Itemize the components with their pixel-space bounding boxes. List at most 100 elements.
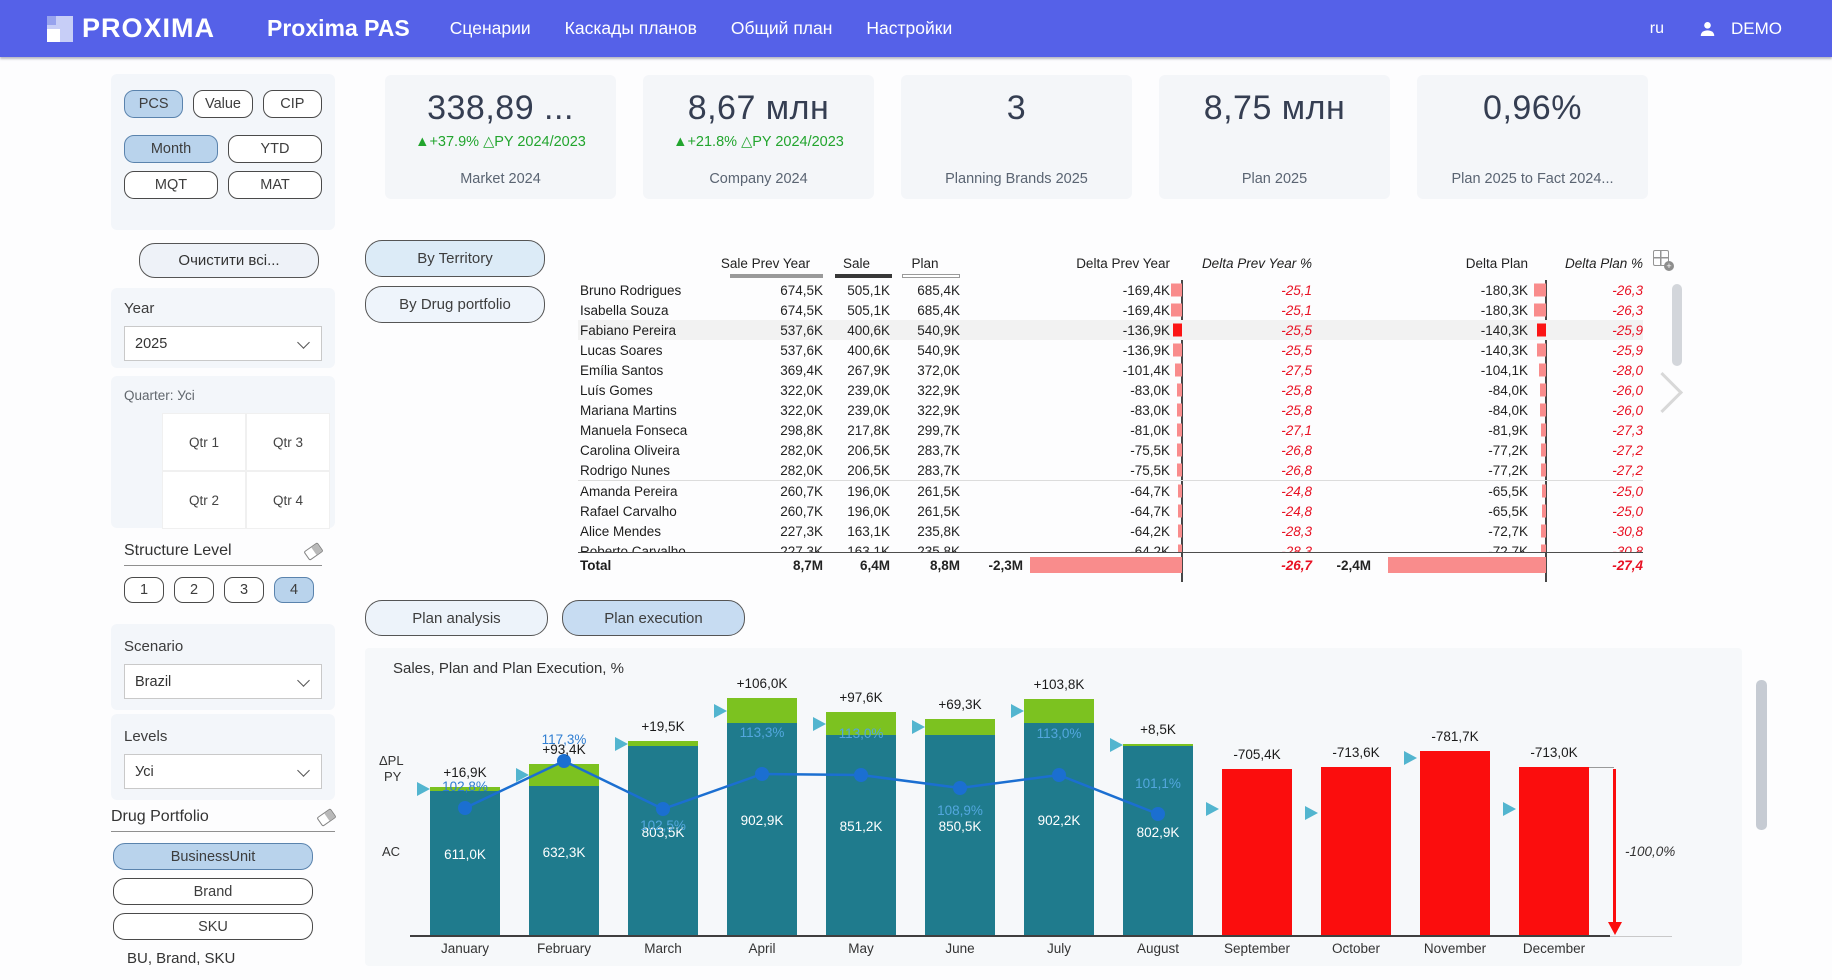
table-row[interactable]: Fabiano Pereira537,6K400,6K540,9K-136,9K… <box>578 320 1643 340</box>
unit-button[interactable]: Value <box>193 90 252 118</box>
structure-level-button[interactable]: 4 <box>274 577 314 603</box>
bar-actual[interactable] <box>1123 746 1193 935</box>
table-view-button[interactable]: By Drug portfolio <box>365 286 545 323</box>
delta-bar <box>1541 525 1546 538</box>
bar-value-label: 802,9K <box>1123 825 1193 840</box>
structure-level-button[interactable]: 2 <box>174 577 214 603</box>
year-select[interactable]: 2025 <box>124 326 322 361</box>
nav-menu-item[interactable]: Общий план <box>731 18 833 39</box>
table-row[interactable]: Luís Gomes322,0K239,0K322,9K-83,0K-25,8-… <box>578 380 1643 400</box>
table-view-button[interactable]: By Territory <box>365 240 545 277</box>
nav-menu-item[interactable]: Сценарии <box>450 18 531 39</box>
delta-bar <box>1171 284 1182 297</box>
chart-mode-button[interactable]: Plan analysis <box>365 600 548 636</box>
portfolio-button[interactable]: BusinessUnit <box>113 843 313 870</box>
bar-delta-plan[interactable] <box>1123 744 1193 746</box>
chevron-down-icon <box>297 674 310 687</box>
delta-bar <box>1537 344 1546 357</box>
header-sale-prev-year[interactable]: Sale Prev Year <box>708 256 823 271</box>
row-delta-prev: -64,7K <box>960 504 1170 519</box>
portfolio-button[interactable]: SKU <box>113 913 313 940</box>
structure-level-button[interactable]: 3 <box>224 577 264 603</box>
row-delta-prev-bar <box>1170 460 1183 480</box>
shortfall-label: -705,4K <box>1210 747 1304 762</box>
row-sale-prev: 227,3K <box>708 544 823 553</box>
unit-button[interactable]: CIP <box>263 90 322 118</box>
bar-delta-plan[interactable] <box>727 698 797 723</box>
bar-shortfall[interactable] <box>1222 769 1292 935</box>
axis-category: June <box>913 941 1007 956</box>
table-row[interactable]: Rafael Carvalho260,7K196,0K261,5K-64,7K-… <box>578 501 1643 521</box>
row-sale: 163,1K <box>823 544 890 553</box>
nav-menu-item[interactable]: Каскады планов <box>565 18 697 39</box>
bar-actual[interactable] <box>1024 723 1094 935</box>
table-row[interactable]: Alice Mendes227,3K163,1K235,8K-64,2K-28,… <box>578 521 1643 541</box>
language-switch[interactable]: ru <box>1650 20 1664 38</box>
bar-actual[interactable] <box>529 786 599 935</box>
row-delta-prev-bar <box>1170 440 1183 460</box>
quarter-button[interactable]: Qtr 3 <box>246 413 330 471</box>
period-button[interactable]: MQT <box>124 171 218 199</box>
bar-actual[interactable] <box>826 735 896 935</box>
portfolio-button[interactable]: Brand <box>113 878 313 905</box>
levels-select[interactable]: Усі <box>124 754 322 789</box>
table-row[interactable]: Roberto Carvalho227,3K163,1K235,8K-64,2K… <box>578 541 1643 552</box>
header-delta-plan-pct[interactable]: Delta Plan % <box>1547 256 1643 271</box>
row-delta-plan-bar <box>1528 521 1547 541</box>
bar-shortfall[interactable] <box>1420 751 1490 935</box>
row-delta-prev: -75,5K <box>960 463 1170 478</box>
table-row[interactable]: Emília Santos369,4K267,9K372,0K-101,4K-2… <box>578 360 1643 380</box>
bar-delta-plan[interactable] <box>529 764 599 786</box>
header-sale[interactable]: Sale <box>823 256 890 271</box>
quarter-button[interactable]: Qtr 2 <box>162 471 246 529</box>
nav-menu-item[interactable]: Настройки <box>866 18 952 39</box>
header-plan[interactable]: Plan <box>890 256 960 271</box>
table-row[interactable]: Rodrigo Nunes282,0K206,5K283,7K-75,5K-26… <box>578 460 1643 481</box>
period-button[interactable]: Month <box>124 135 218 163</box>
row-delta-prev-pct: -27,5 <box>1183 363 1312 378</box>
table-row[interactable]: Amanda Pereira260,7K196,0K261,5K-64,7K-2… <box>578 481 1643 501</box>
table-row[interactable]: Mariana Martins322,0K239,0K322,9K-83,0K-… <box>578 400 1643 420</box>
header-delta-plan[interactable]: Delta Plan <box>1312 256 1528 271</box>
row-delta-plan: -140,3K <box>1312 343 1528 358</box>
chevron-right-icon[interactable] <box>1642 372 1683 413</box>
bar-shortfall[interactable] <box>1519 767 1589 935</box>
row-plan: 261,5K <box>890 504 960 519</box>
delta-above-label: +16,9K <box>418 765 512 780</box>
clear-all-button[interactable]: Очистити всі... <box>139 243 319 278</box>
bar-actual[interactable] <box>925 735 995 935</box>
user-chip[interactable]: DEMO <box>1698 19 1782 39</box>
period-button[interactable]: YTD <box>228 135 322 163</box>
kpi-value: 8,67 млн <box>688 89 830 128</box>
header-delta-prev-year-pct[interactable]: Delta Prev Year % <box>1183 256 1312 271</box>
header-delta-prev-year[interactable]: Delta Prev Year <box>960 256 1170 271</box>
page-scrollbar[interactable] <box>1756 680 1767 830</box>
bar-actual[interactable] <box>727 723 797 935</box>
bar-delta-plan[interactable] <box>1024 699 1094 723</box>
row-sale-prev: 260,7K <box>708 504 823 519</box>
table-scrollbar[interactable] <box>1672 284 1682 366</box>
structure-level-button[interactable]: 1 <box>124 577 164 603</box>
unit-button[interactable]: PCS <box>124 90 183 118</box>
bar-shortfall[interactable] <box>1321 767 1391 935</box>
table-total-row[interactable]: Total 8,7M 6,4M 8,8M -2,3M -26,7 -2,4M -… <box>578 552 1643 577</box>
chart-mode-button[interactable]: Plan execution <box>562 600 745 636</box>
table-row[interactable]: Isabella Souza674,5K505,1K685,4K-169,4K-… <box>578 300 1643 320</box>
table-row[interactable]: Bruno Rodrigues674,5K505,1K685,4K-169,4K… <box>578 280 1643 300</box>
bar-delta-plan[interactable] <box>628 741 698 746</box>
row-name: Mariana Martins <box>578 403 708 418</box>
eraser-icon[interactable] <box>303 542 323 561</box>
bar-actual[interactable] <box>628 746 698 935</box>
scenario-select[interactable]: Brazil <box>124 664 322 699</box>
quarter-button[interactable]: Qtr 4 <box>246 471 330 529</box>
quarter-button[interactable]: Qtr 1 <box>162 413 246 471</box>
table-row[interactable]: Lucas Soares537,6K400,6K540,9K-136,9K-25… <box>578 340 1643 360</box>
period-button[interactable]: MAT <box>228 171 322 199</box>
table-view-buttons: By Territory By Drug portfolio <box>365 240 545 323</box>
bar-delta-plan[interactable] <box>925 719 995 735</box>
table-row[interactable]: Manuela Fonseca298,8K217,8K299,7K-81,0K-… <box>578 420 1643 440</box>
eraser-icon[interactable] <box>316 808 336 827</box>
bar-actual[interactable] <box>430 791 500 935</box>
table-row[interactable]: Carolina Oliveira282,0K206,5K283,7K-75,5… <box>578 440 1643 460</box>
visual-options-icon[interactable] <box>1653 250 1669 266</box>
